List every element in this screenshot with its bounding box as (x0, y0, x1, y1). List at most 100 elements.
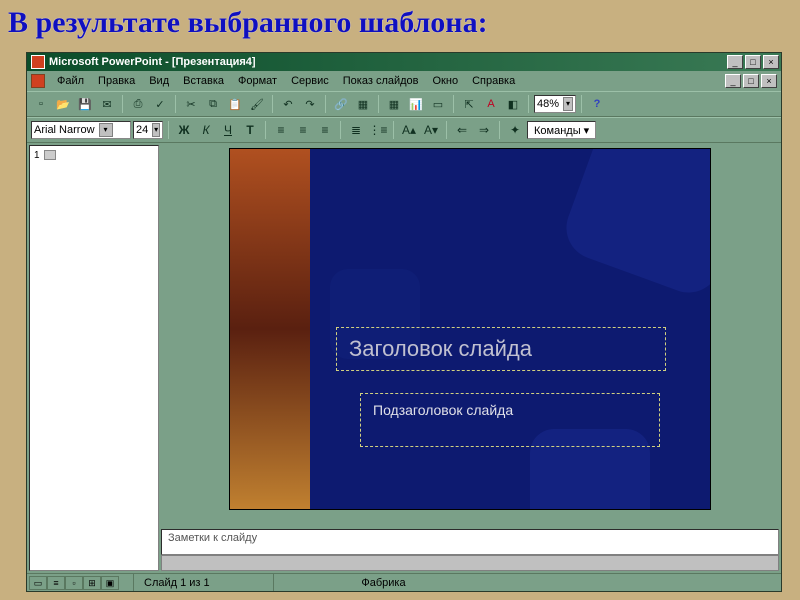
font-name: Arial Narrow (34, 124, 95, 136)
menu-insert[interactable]: Вставка (177, 73, 230, 89)
expand-icon[interactable]: ⇱ (459, 94, 479, 114)
dropdown-arrow-icon[interactable]: ▾ (99, 123, 113, 137)
grayscale-icon[interactable]: ◧ (503, 94, 523, 114)
separator (581, 95, 582, 113)
menu-window[interactable]: Окно (427, 73, 465, 89)
outline-view-button[interactable]: ≡ (47, 576, 65, 590)
page-heading: В результате выбранного шаблона: (0, 0, 800, 50)
new-slide-icon[interactable]: ▭ (428, 94, 448, 114)
align-left-icon[interactable]: ≡ (271, 120, 291, 140)
menubar: Файл Правка Вид Вставка Формат Сервис По… (27, 71, 781, 91)
maximize-button[interactable]: □ (745, 55, 761, 69)
cut-icon[interactable]: ✂ (181, 94, 201, 114)
slide-view-button[interactable]: ▫ (65, 576, 83, 590)
undo-icon[interactable]: ↶ (278, 94, 298, 114)
menu-view[interactable]: Вид (143, 73, 175, 89)
statusbar: ▭ ≡ ▫ ⊞ ▣ Слайд 1 из 1 Фабрика (27, 573, 781, 591)
app-icon (31, 55, 45, 69)
commands-menu[interactable]: Команды ▾ (527, 121, 596, 139)
bullets-icon[interactable]: ⋮≡ (368, 120, 388, 140)
slide-pane-wrap: Заголовок слайда Подзаголовок слайда Зам… (161, 145, 779, 571)
animation-icon[interactable]: ✦ (505, 120, 525, 140)
dropdown-arrow-icon[interactable]: ▾ (152, 123, 160, 137)
separator (378, 95, 379, 113)
doc-maximize-button[interactable]: □ (743, 74, 759, 88)
standard-toolbar: ▫ 📂 💾 ✉ ⎙ ✓ ✂ ⧉ 📋 🖌 ↶ ↷ 🔗 ▦ ▦ 📊 ▭ ⇱ A (27, 91, 781, 117)
format-painter-icon[interactable]: 🖌 (247, 94, 267, 114)
normal-view-button[interactable]: ▭ (29, 576, 47, 590)
subtitle-placeholder[interactable]: Подзаголовок слайда (360, 393, 660, 447)
separator (340, 121, 341, 139)
show-format-icon[interactable]: A (481, 94, 501, 114)
separator (175, 95, 176, 113)
font-size: 24 (136, 124, 148, 136)
template-accent (230, 149, 310, 509)
email-icon[interactable]: ✉ (97, 94, 117, 114)
tri-pane: 1 Заголовок слайда Подзаголовок слайда З… (27, 143, 781, 573)
separator (393, 121, 394, 139)
menu-help[interactable]: Справка (466, 73, 521, 89)
bold-button[interactable]: Ж (174, 120, 194, 140)
zoom-combo[interactable]: 48% ▾ (534, 95, 576, 113)
doc-close-button[interactable]: × (761, 74, 777, 88)
outline-pane[interactable]: 1 (29, 145, 159, 571)
horizontal-scrollbar[interactable] (161, 555, 779, 571)
titlebar: Microsoft PowerPoint - [Презентация4] _ … (27, 53, 781, 71)
promote-icon[interactable]: ⇐ (452, 120, 472, 140)
increase-font-icon[interactable]: A▴ (399, 120, 419, 140)
demote-icon[interactable]: ⇒ (474, 120, 494, 140)
notes-pane[interactable]: Заметки к слайду (161, 529, 779, 555)
menu-format[interactable]: Формат (232, 73, 283, 89)
decrease-font-icon[interactable]: A▾ (421, 120, 441, 140)
menu-file[interactable]: Файл (51, 73, 90, 89)
numbering-icon[interactable]: ≣ (346, 120, 366, 140)
separator (499, 121, 500, 139)
table-icon[interactable]: ▦ (384, 94, 404, 114)
slideshow-button[interactable]: ▣ (101, 576, 119, 590)
menu-edit[interactable]: Правка (92, 73, 141, 89)
separator (168, 121, 169, 139)
document-icon[interactable] (31, 74, 45, 88)
separator (446, 121, 447, 139)
dropdown-arrow-icon[interactable]: ▾ (563, 97, 573, 111)
redo-icon[interactable]: ↷ (300, 94, 320, 114)
underline-button[interactable]: Ч (218, 120, 238, 140)
fontsize-combo[interactable]: 24 ▾ (133, 121, 163, 139)
align-center-icon[interactable]: ≡ (293, 120, 313, 140)
chart-icon[interactable]: 📊 (406, 94, 426, 114)
powerpoint-window: Microsoft PowerPoint - [Презентация4] _ … (26, 52, 782, 592)
copy-icon[interactable]: ⧉ (203, 94, 223, 114)
slide-viewport[interactable]: Заголовок слайда Подзаголовок слайда (161, 145, 779, 529)
separator (265, 121, 266, 139)
commands-label: Команды ▾ (534, 124, 589, 137)
separator (325, 95, 326, 113)
help-icon[interactable]: ? (587, 94, 607, 114)
separator (453, 95, 454, 113)
sorter-view-button[interactable]: ⊞ (83, 576, 101, 590)
minimize-button[interactable]: _ (727, 55, 743, 69)
slide-canvas[interactable]: Заголовок слайда Подзаголовок слайда (230, 149, 710, 509)
status-slide: Слайд 1 из 1 (133, 574, 273, 591)
font-combo[interactable]: Arial Narrow ▾ (31, 121, 131, 139)
spellcheck-icon[interactable]: ✓ (150, 94, 170, 114)
status-template: Фабрика (273, 574, 493, 591)
close-button[interactable]: × (763, 55, 779, 69)
italic-button[interactable]: К (196, 120, 216, 140)
separator (528, 95, 529, 113)
print-icon[interactable]: ⎙ (128, 94, 148, 114)
doc-minimize-button[interactable]: _ (725, 74, 741, 88)
zoom-value: 48% (537, 98, 559, 110)
align-right-icon[interactable]: ≡ (315, 120, 335, 140)
hyperlink-icon[interactable]: 🔗 (331, 94, 351, 114)
open-icon[interactable]: 📂 (53, 94, 73, 114)
web-toolbar-icon[interactable]: ▦ (353, 94, 373, 114)
menu-tools[interactable]: Сервис (285, 73, 335, 89)
menu-slideshow[interactable]: Показ слайдов (337, 73, 425, 89)
save-icon[interactable]: 💾 (75, 94, 95, 114)
separator (122, 95, 123, 113)
formatting-toolbar: Arial Narrow ▾ 24 ▾ Ж К Ч Т ≡ ≡ ≡ ≣ ⋮≡ A… (27, 117, 781, 143)
title-placeholder[interactable]: Заголовок слайда (336, 327, 666, 371)
paste-icon[interactable]: 📋 (225, 94, 245, 114)
new-icon[interactable]: ▫ (31, 94, 51, 114)
shadow-button[interactable]: Т (240, 120, 260, 140)
